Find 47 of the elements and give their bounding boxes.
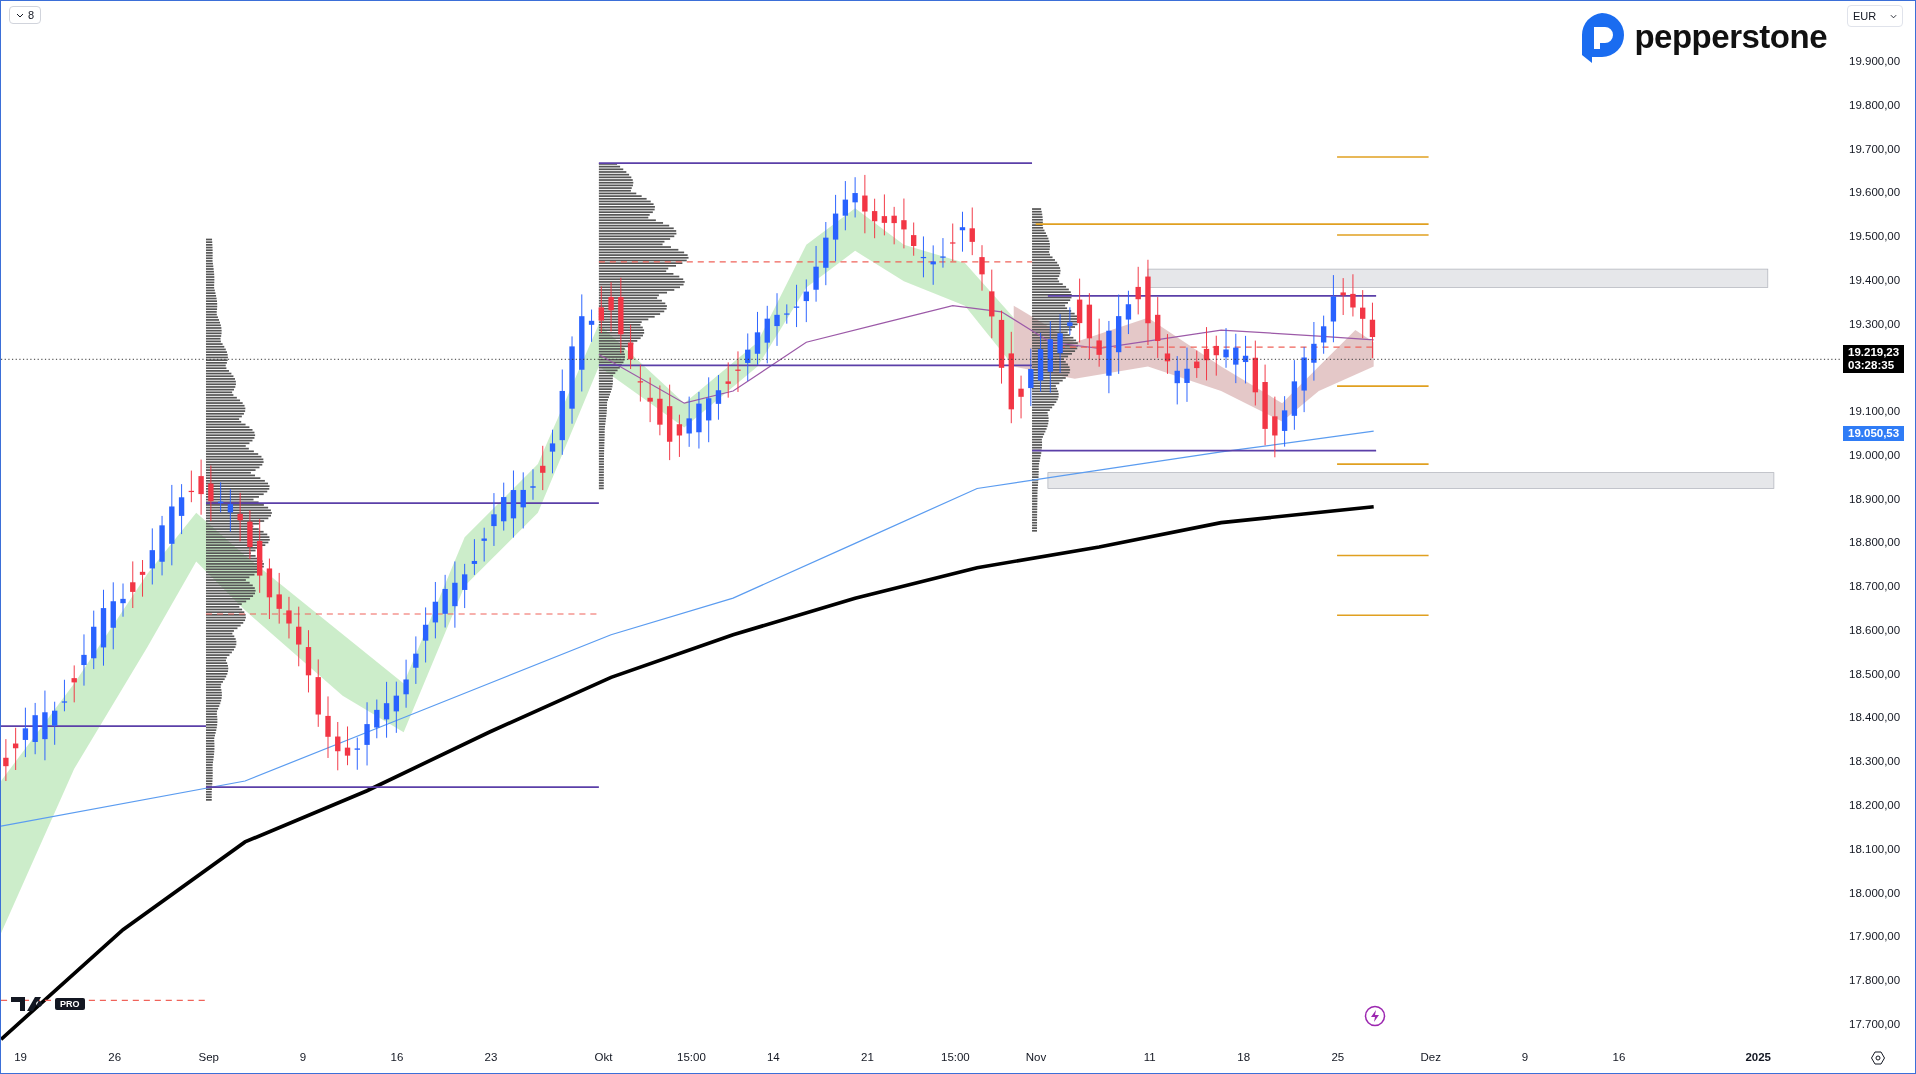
price-label: 18.000,00	[1849, 885, 1901, 901]
time-label: 16	[390, 1051, 404, 1063]
pro-badge: PRO	[55, 998, 85, 1010]
last-price-badge: 19.219,23 03:28:35	[1843, 345, 1905, 373]
price-label: 17.800,00	[1849, 973, 1901, 989]
price-label: 18.200,00	[1849, 798, 1901, 813]
time-label: Sep	[198, 1051, 219, 1063]
time-label: 25	[1331, 1051, 1345, 1063]
price-label: 18.300,00	[1849, 754, 1901, 770]
price-label: 19.700,00	[1849, 141, 1901, 157]
price-label: 19.600,00	[1849, 185, 1901, 201]
time-label: 16	[1612, 1051, 1626, 1063]
price-label: 18.100,00	[1849, 841, 1901, 857]
time-label: Dez	[1420, 1051, 1441, 1063]
time-label: Okt	[594, 1051, 613, 1063]
price-label: 17.900,00	[1849, 929, 1901, 945]
time-label: 11	[1143, 1051, 1156, 1063]
price-label: 18.700,00	[1849, 579, 1901, 595]
interval-button[interactable]: 8	[9, 6, 42, 24]
price-label: 18.500,00	[1849, 666, 1901, 682]
price-label: 19.800,00	[1849, 97, 1901, 113]
price-label: 19.300,00	[1849, 316, 1901, 332]
price-label: 19.000,00	[1849, 447, 1901, 463]
price-label: 18.400,00	[1849, 710, 1901, 726]
time-label: Nov	[1025, 1051, 1047, 1063]
time-label: 14	[766, 1051, 780, 1063]
currency-select[interactable]: EUR	[1847, 5, 1903, 27]
price-label: 19.400,00	[1849, 272, 1901, 288]
logo-text: pepperstone	[1634, 18, 1827, 56]
time-label: 2025	[1745, 1051, 1772, 1063]
time-label: 9	[1521, 1051, 1529, 1063]
price-label: 18.900,00	[1849, 491, 1901, 507]
price-label: 18.800,00	[1849, 535, 1901, 551]
time-label: 18	[1237, 1051, 1251, 1063]
time-label: 15:00	[677, 1051, 706, 1063]
time-label: 23	[484, 1051, 498, 1063]
time-label: 21	[861, 1051, 874, 1063]
price-label: 19.900,00	[1849, 54, 1901, 69]
average-price-badge: 19.050,53	[1843, 426, 1905, 441]
time-label: 9	[299, 1051, 307, 1063]
time-label: 15:00	[941, 1051, 970, 1063]
price-label: 17.700,00	[1849, 1016, 1901, 1032]
price-label: 19.500,00	[1849, 229, 1901, 245]
time-label: 26	[108, 1051, 122, 1063]
price-label: 18.600,00	[1849, 622, 1901, 638]
price-label: 19.100,00	[1849, 404, 1901, 420]
time-label: 19	[14, 1051, 27, 1063]
